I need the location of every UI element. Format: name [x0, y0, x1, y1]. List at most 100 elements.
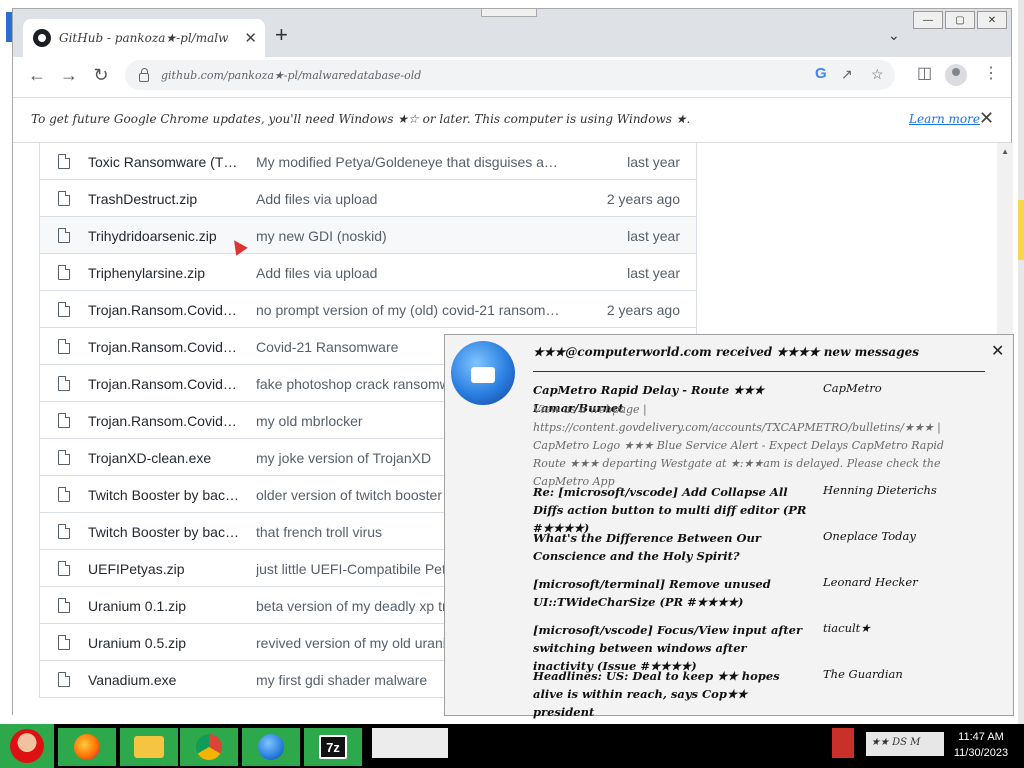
- google-translate-icon[interactable]: G: [815, 65, 827, 82]
- infobar-close-button[interactable]: ✕: [979, 108, 994, 129]
- back-arrow-icon[interactable]: ←: [25, 63, 49, 87]
- file-icon: [58, 635, 70, 650]
- file-icon: [58, 598, 70, 613]
- reload-icon[interactable]: ↻: [89, 63, 113, 87]
- file-name-link[interactable]: Trihydridoarsenic.zip: [88, 228, 240, 244]
- file-name-link[interactable]: Uranium 0.1.zip: [88, 598, 240, 614]
- commit-date: last year: [627, 228, 680, 244]
- active-tab[interactable]: GitHub - pankoza★-pl/malwaredatabase ✕: [23, 19, 265, 57]
- start-button[interactable]: [0, 724, 54, 768]
- commit-message-link[interactable]: Add files via upload: [256, 191, 562, 207]
- tray-indicator[interactable]: ★★ DS M: [866, 732, 944, 756]
- menu-kebab-icon[interactable]: ⋮: [983, 63, 999, 83]
- bookmark-star-icon[interactable]: ☆: [871, 66, 884, 83]
- firefox-icon: [74, 734, 100, 760]
- file-name-link[interactable]: Trojan.Ransom.Covid…: [88, 376, 240, 392]
- new-tab-button[interactable]: +: [275, 24, 288, 46]
- file-name-link[interactable]: Twitch Booster by bac…: [88, 524, 240, 540]
- file-icon: [58, 561, 70, 576]
- file-icon: [58, 487, 70, 502]
- file-name-link[interactable]: Triphenylarsine.zip: [88, 265, 240, 281]
- file-row[interactable]: Trojan.Ransom.Covid… no prompt version of…: [40, 291, 696, 328]
- window-drag-handle[interactable]: [481, 9, 537, 17]
- commit-date: 2 years ago: [606, 191, 680, 207]
- file-row[interactable]: Trihydridoarsenic.zip my new GDI (noskid)…: [40, 217, 696, 254]
- taskbar-firefox[interactable]: [58, 728, 116, 766]
- file-name-link[interactable]: Trojan.Ransom.Covid…: [88, 339, 240, 355]
- file-name-link[interactable]: UEFIPetyas.zip: [88, 561, 240, 577]
- file-row[interactable]: Triphenylarsine.zip Add files via upload l…: [40, 254, 696, 291]
- profile-avatar-icon[interactable]: [945, 64, 967, 86]
- file-icon: [58, 413, 70, 428]
- side-panel-icon[interactable]: ◫: [917, 63, 932, 83]
- message-sender: Henning Dieterichs: [823, 483, 937, 497]
- message-sender: Oneplace Today: [823, 529, 916, 543]
- file-name-link[interactable]: Vanadium.exe: [88, 672, 240, 688]
- clock-date: 11/30/2023: [953, 747, 1009, 759]
- infobar-message: To get future Google Chrome updates, you…: [31, 112, 691, 126]
- file-icon: [58, 376, 70, 391]
- folder-icon: [134, 736, 164, 758]
- file-name-link[interactable]: Twitch Booster by bac…: [88, 487, 240, 503]
- minimize-button[interactable]: —: [913, 11, 943, 29]
- file-icon: [58, 524, 70, 539]
- commit-date: last year: [627, 154, 680, 170]
- learn-more-link[interactable]: Learn more: [909, 112, 980, 126]
- file-name-link[interactable]: TrashDestruct.zip: [88, 191, 240, 207]
- 7zip-icon: 7z: [319, 735, 347, 759]
- message-sender: tiacult★: [823, 621, 871, 635]
- commit-message-link[interactable]: no prompt version of my (old) covid-21 r…: [256, 302, 562, 318]
- taskbar-window-preview[interactable]: [372, 728, 448, 758]
- taskbar-explorer[interactable]: [120, 728, 178, 766]
- forward-arrow-icon[interactable]: →: [57, 63, 81, 87]
- file-name-link[interactable]: Trojan.Ransom.Covid…: [88, 413, 240, 429]
- thunderbird-notification[interactable]: ★★★@computerworld.com received ★★★★ new …: [444, 334, 1014, 719]
- url-text[interactable]: github.com/pankoza★-pl/malwaredatabase-o…: [161, 69, 421, 82]
- share-icon[interactable]: ↗: [841, 66, 853, 83]
- chrome-icon: [196, 734, 222, 760]
- tab-title: GitHub - pankoza★-pl/malwaredatabase: [59, 31, 229, 45]
- file-icon: [58, 339, 70, 354]
- file-icon: [58, 265, 70, 280]
- message-subject[interactable]: [microsoft/terminal] Remove unused UI::T…: [533, 575, 809, 611]
- message-preview: View as a webpage | https://content.govd…: [533, 403, 944, 488]
- address-bar[interactable]: github.com/pankoza★-pl/malwaredatabase-o…: [125, 60, 895, 90]
- file-name-link[interactable]: Trojan.Ransom.Covid…: [88, 302, 240, 318]
- commit-message-link[interactable]: my new GDI (noskid): [256, 228, 562, 244]
- taskbar-chrome[interactable]: [180, 728, 238, 766]
- taskbar-7zip[interactable]: 7z: [304, 728, 362, 766]
- file-icon: [58, 450, 70, 465]
- tab-close-button[interactable]: ✕: [244, 29, 257, 47]
- file-icon: [58, 154, 70, 169]
- file-icon: [58, 191, 70, 206]
- file-row[interactable]: TrashDestruct.zip Add files via upload 2 y…: [40, 180, 696, 217]
- santa-icon: [10, 729, 44, 763]
- file-name-link[interactable]: Toxic Ransomware (T…: [88, 154, 240, 170]
- system-clock[interactable]: 11:47 AM 11/30/2023: [944, 729, 1018, 761]
- browser-toolbar: ← → ↻ github.com/pankoza★-pl/malwaredata…: [13, 57, 1011, 93]
- tab-search-button[interactable]: ⌄: [888, 27, 900, 44]
- taskbar: 7z ★★ DS M 11:47 AM 11/30/2023: [0, 724, 1024, 768]
- file-name-link[interactable]: TrojanXD-clean.exe: [88, 450, 240, 466]
- message-subject[interactable]: What's the Difference Between Our Consci…: [533, 529, 809, 565]
- window-controls: — ▢ ✕: [913, 11, 1007, 29]
- scroll-up-arrow-icon[interactable]: ▲: [1001, 147, 1009, 156]
- message-subject[interactable]: Headlines: US: Deal to keep ★★ hopes ali…: [533, 667, 809, 721]
- commit-message-link[interactable]: My modified Petya/Goldeneye that disguis…: [256, 154, 562, 170]
- github-icon: [33, 29, 51, 47]
- notification-header: ★★★@computerworld.com received ★★★★ new …: [533, 345, 919, 359]
- lock-icon[interactable]: [139, 67, 149, 82]
- file-icon: [58, 302, 70, 317]
- taskbar-thunderbird[interactable]: [242, 728, 300, 766]
- commit-message-link[interactable]: Add files via upload: [256, 265, 562, 281]
- file-row[interactable]: Toxic Ransomware (T… My modified Petya/Go…: [40, 143, 696, 180]
- notification-close-button[interactable]: ✕: [991, 341, 1004, 361]
- message-sender: The Guardian: [823, 667, 903, 681]
- background-window-edge: [1018, 0, 1024, 724]
- file-name-link[interactable]: Uranium 0.5.zip: [88, 635, 240, 651]
- tray-app-icon[interactable]: [832, 728, 854, 758]
- maximize-button[interactable]: ▢: [945, 11, 975, 29]
- close-window-button[interactable]: ✕: [977, 11, 1007, 29]
- tab-strip: GitHub - pankoza★-pl/malwaredatabase ✕ +…: [13, 9, 1011, 57]
- thunderbird-logo-icon: [451, 341, 515, 405]
